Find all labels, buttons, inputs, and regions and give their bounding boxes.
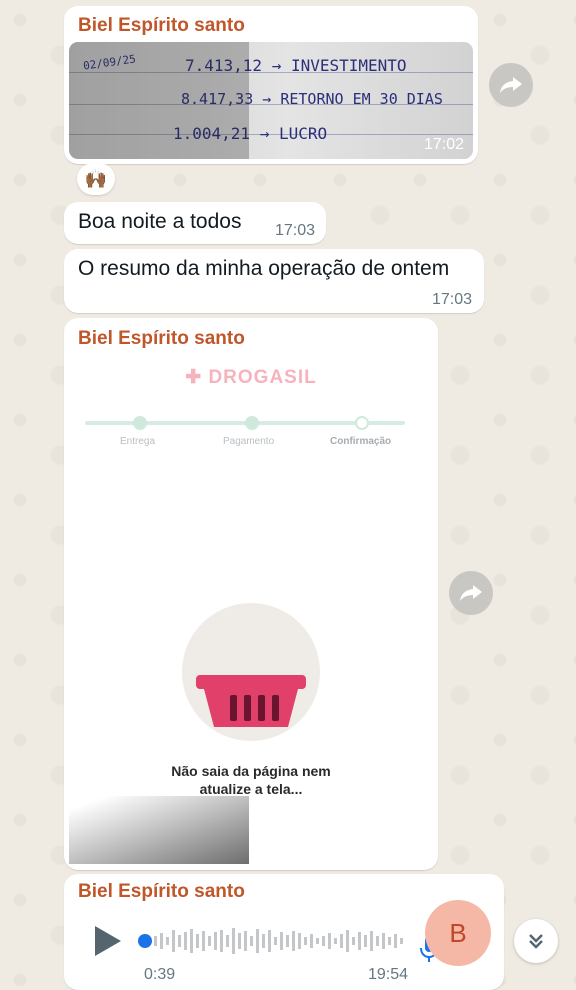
message-time: 19:54 bbox=[368, 966, 409, 983]
message-time: 17:03 bbox=[431, 291, 472, 308]
message-text: Boa noite a todos bbox=[78, 210, 242, 233]
message-time: 17:03 bbox=[274, 222, 315, 239]
reaction-emoji: 🙌🏾 bbox=[84, 168, 108, 189]
message-time: 17:02 bbox=[423, 136, 464, 153]
step-label: Entrega bbox=[120, 436, 156, 447]
message-text: O resumo da minha operação de ontem bbox=[78, 257, 450, 280]
image-message-bubble[interactable]: Biel Espírito santo 02/09/25 7.413,12 → … bbox=[64, 6, 478, 164]
blurred-area bbox=[69, 796, 249, 864]
step-check-icon bbox=[133, 416, 147, 430]
loading-message: Não saia da página nem atualize a tela..… bbox=[69, 762, 433, 798]
chevrons-down-icon bbox=[529, 934, 543, 949]
avatar[interactable]: B bbox=[425, 900, 491, 966]
step-label: Confirmação bbox=[330, 436, 392, 447]
step-label: Pagamento bbox=[223, 436, 275, 447]
audio-elapsed: 0:39 bbox=[144, 966, 176, 983]
sender-name: Biel Espírito santo bbox=[78, 881, 245, 902]
audio-waveform[interactable] bbox=[138, 924, 408, 958]
screenshot-message-bubble[interactable]: Biel Espírito santo ✚ DROGASIL Entrega P… bbox=[64, 318, 438, 870]
basket-icon bbox=[196, 675, 306, 727]
scroll-to-bottom-button[interactable] bbox=[514, 919, 558, 963]
image-shade bbox=[69, 42, 249, 159]
text-message-bubble[interactable]: Boa noite a todos 17:03 bbox=[64, 202, 326, 244]
checkout-stepper bbox=[85, 416, 405, 430]
forward-icon bbox=[460, 585, 482, 601]
play-icon bbox=[95, 926, 121, 956]
step-current-icon bbox=[355, 416, 369, 430]
brand-name: DROGASIL bbox=[208, 367, 317, 388]
loading-message-line: Não saia da página nem bbox=[171, 763, 331, 779]
drogasil-logo: ✚ DROGASIL bbox=[69, 366, 433, 389]
step-check-icon bbox=[245, 416, 259, 430]
handwritten-note-image[interactable]: 02/09/25 7.413,12 → INVESTIMENTO 8.417,3… bbox=[69, 42, 473, 159]
reaction-badge[interactable]: 🙌🏾 bbox=[77, 163, 115, 195]
drogasil-screenshot[interactable]: ✚ DROGASIL Entrega Pagamento Confirmação… bbox=[69, 358, 433, 863]
text-message-bubble[interactable]: O resumo da minha operação de ontem 17:0… bbox=[64, 249, 484, 313]
audio-message-bubble[interactable]: Biel Espírito santo 0:39 19:54 B bbox=[64, 874, 504, 990]
forward-button[interactable] bbox=[489, 63, 533, 107]
loading-illustration bbox=[182, 603, 320, 741]
sender-name: Biel Espírito santo bbox=[78, 15, 245, 36]
sender-name: Biel Espírito santo bbox=[78, 328, 245, 349]
forward-icon bbox=[500, 77, 522, 93]
waveform-graphic bbox=[138, 928, 403, 954]
play-button[interactable] bbox=[90, 924, 124, 958]
forward-button[interactable] bbox=[449, 571, 493, 615]
drogasil-logo-icon: ✚ bbox=[185, 367, 209, 388]
avatar-letter: B bbox=[449, 917, 467, 948]
